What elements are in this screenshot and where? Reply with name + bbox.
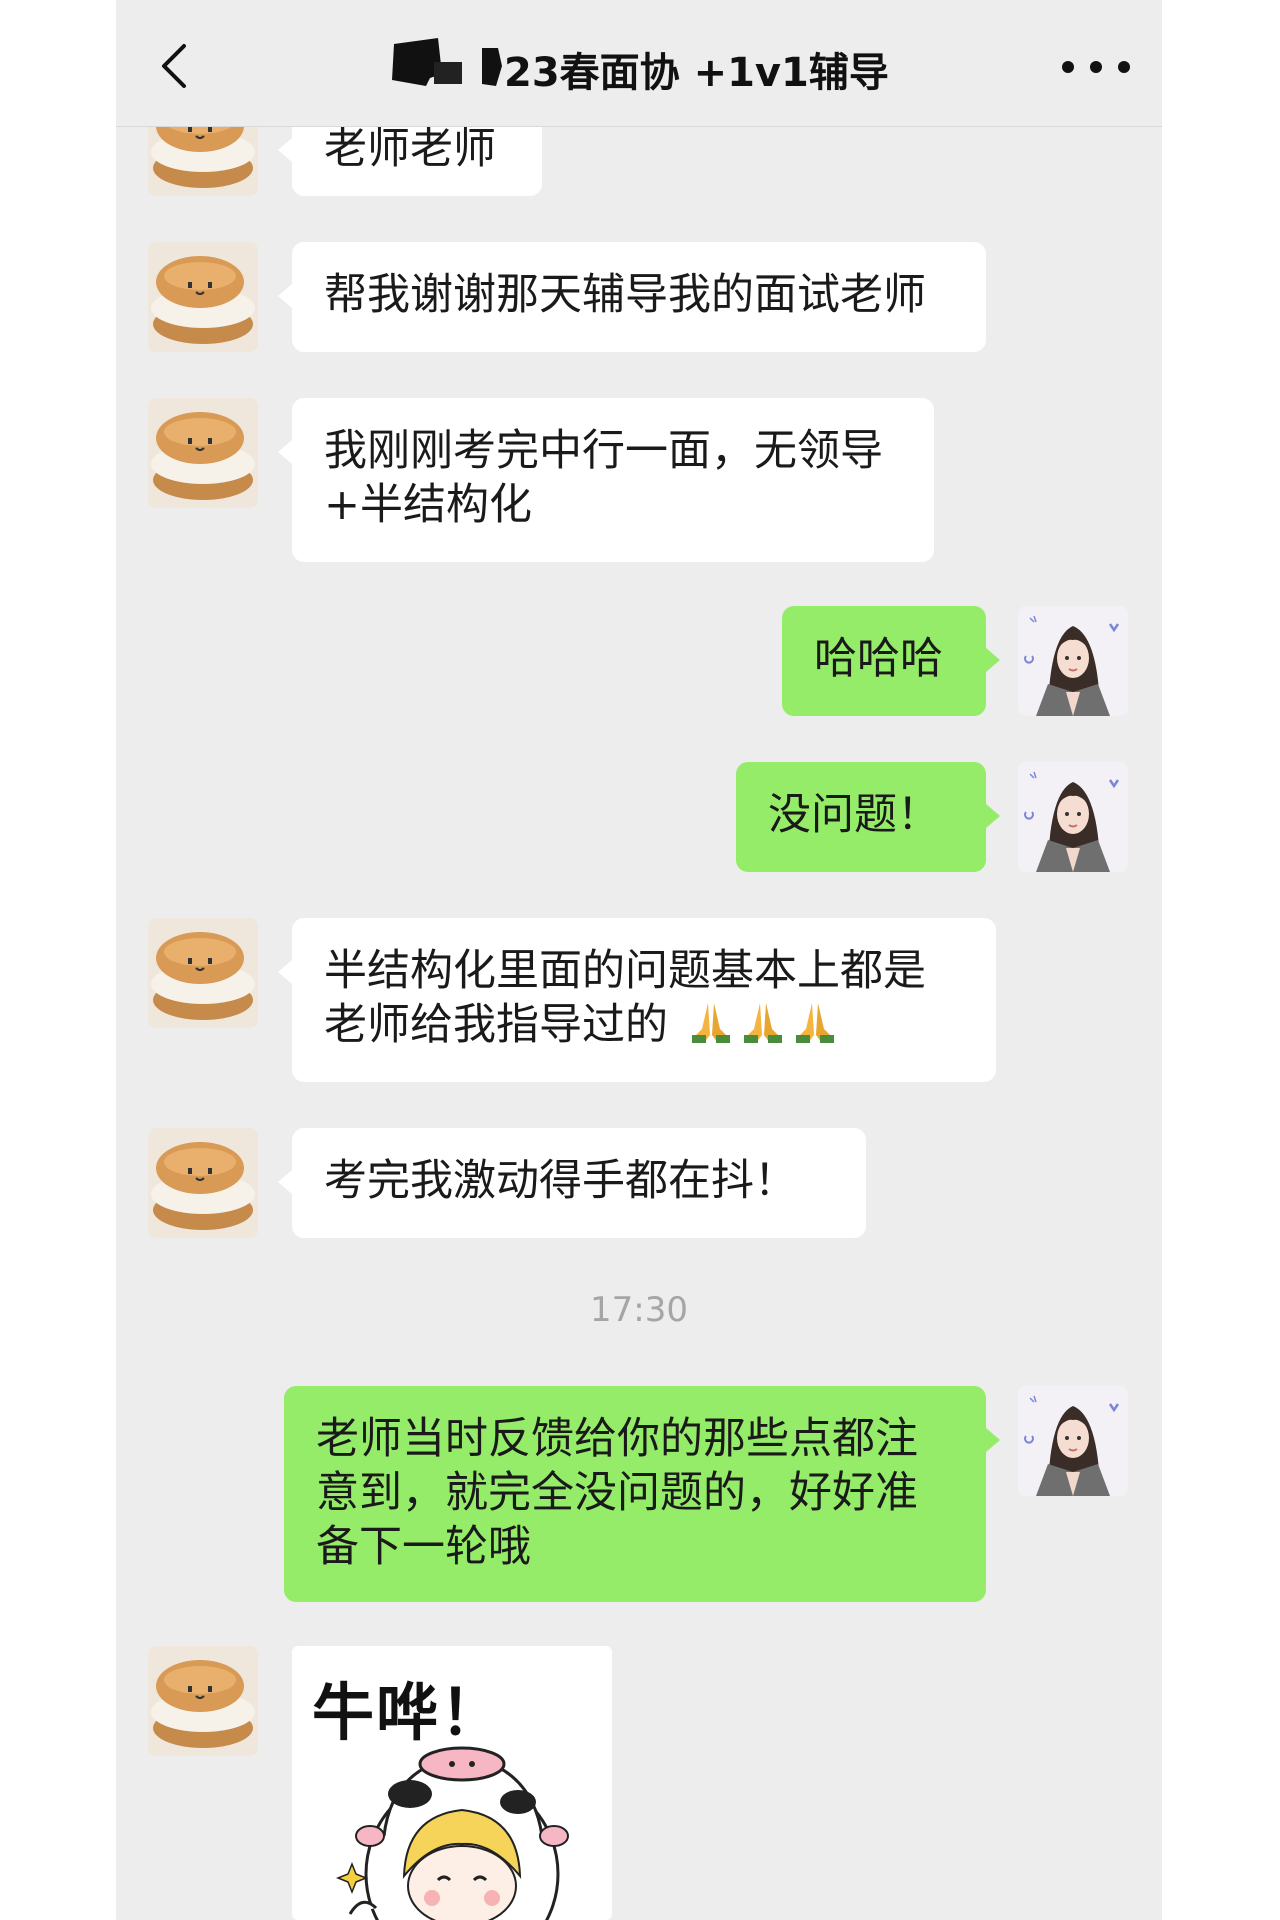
chat-screen: 23春面协 +1v1辅导 老师老师 帮我谢谢那天辅导我的面试老师 我刚刚考完中行…	[116, 0, 1162, 1920]
sender-avatar[interactable]	[148, 242, 258, 352]
sender-avatar[interactable]	[148, 398, 258, 508]
message-text-line: 我刚刚考完中行一面，无领导	[324, 426, 883, 476]
message-text: 帮我谢谢那天辅导我的面试老师	[324, 270, 926, 320]
timestamp: 17:30	[590, 1290, 688, 1330]
chevron-left-icon	[162, 44, 186, 88]
cow-costume-girl-sticker	[335, 1746, 569, 1920]
my-avatar[interactable]	[1018, 606, 1128, 716]
message-text: 考完我激动得手都在抖！	[324, 1156, 797, 1206]
message-text-line: 半结构化里面的问题基本上都是	[324, 946, 926, 996]
message-text: 老师老师	[324, 124, 496, 174]
cream-puff-avatar-icon	[148, 918, 258, 1028]
message-text-line: 意到，就完全没问题的，好好准	[316, 1468, 918, 1518]
sender-avatar[interactable]	[148, 1128, 258, 1238]
folded-hands-icon	[795, 1003, 834, 1043]
message-bubble-outgoing[interactable]: 没问题！	[736, 762, 1000, 872]
message-bubble-outgoing[interactable]: 哈哈哈	[782, 606, 1000, 716]
message-bubble-incoming[interactable]: 帮我谢谢那天辅导我的面试老师	[278, 242, 986, 352]
message-bubble-incoming[interactable]: 我刚刚考完中行一面，无领导 +半结构化	[278, 398, 934, 562]
message-text: 哈哈哈	[814, 634, 943, 684]
back-button[interactable]	[146, 36, 206, 96]
woman-portrait-avatar-icon	[1018, 606, 1128, 716]
cream-puff-avatar-icon	[148, 1646, 258, 1756]
woman-portrait-avatar-icon	[1018, 1386, 1128, 1496]
message-text-line: +半结构化	[324, 480, 533, 530]
message-bubble-outgoing[interactable]: 老师当时反馈给你的那些点都注 意到，就完全没问题的，好好准 备下一轮哦	[284, 1386, 1000, 1602]
my-avatar[interactable]	[1018, 762, 1128, 872]
folded-hands-icon	[691, 1003, 730, 1043]
ellipsis-icon	[1062, 61, 1130, 73]
sticker-message[interactable]: 牛哗！	[292, 1646, 612, 1920]
cream-puff-avatar-icon	[148, 398, 258, 508]
nav-bar: 23春面协 +1v1辅导	[116, 0, 1162, 127]
my-avatar[interactable]	[1018, 1386, 1128, 1496]
message-text-line: 备下一轮哦	[316, 1522, 531, 1572]
message-text-line: 老师给我指导过的	[324, 998, 964, 1052]
cream-puff-avatar-icon	[148, 242, 258, 352]
chat-title: 23春面协 +1v1辅导	[386, 32, 906, 96]
message-text-line: 老师当时反馈给你的那些点都注	[316, 1414, 918, 1464]
more-button[interactable]	[1056, 52, 1136, 82]
message-text: 老师给我指导过的	[324, 1000, 668, 1050]
sender-avatar[interactable]	[148, 1646, 258, 1756]
sender-avatar[interactable]	[148, 918, 258, 1028]
message-bubble-incoming[interactable]: 半结构化里面的问题基本上都是 老师给我指导过的	[278, 918, 996, 1082]
folded-hands-icon	[743, 1003, 782, 1043]
message-bubble-incoming[interactable]: 考完我激动得手都在抖！	[278, 1128, 866, 1238]
cream-puff-avatar-icon	[148, 1128, 258, 1238]
message-text: 没问题！	[768, 790, 940, 840]
chat-title-text: 23春面协 +1v1辅导	[504, 50, 889, 96]
redaction-mask	[392, 38, 502, 86]
woman-portrait-avatar-icon	[1018, 762, 1128, 872]
